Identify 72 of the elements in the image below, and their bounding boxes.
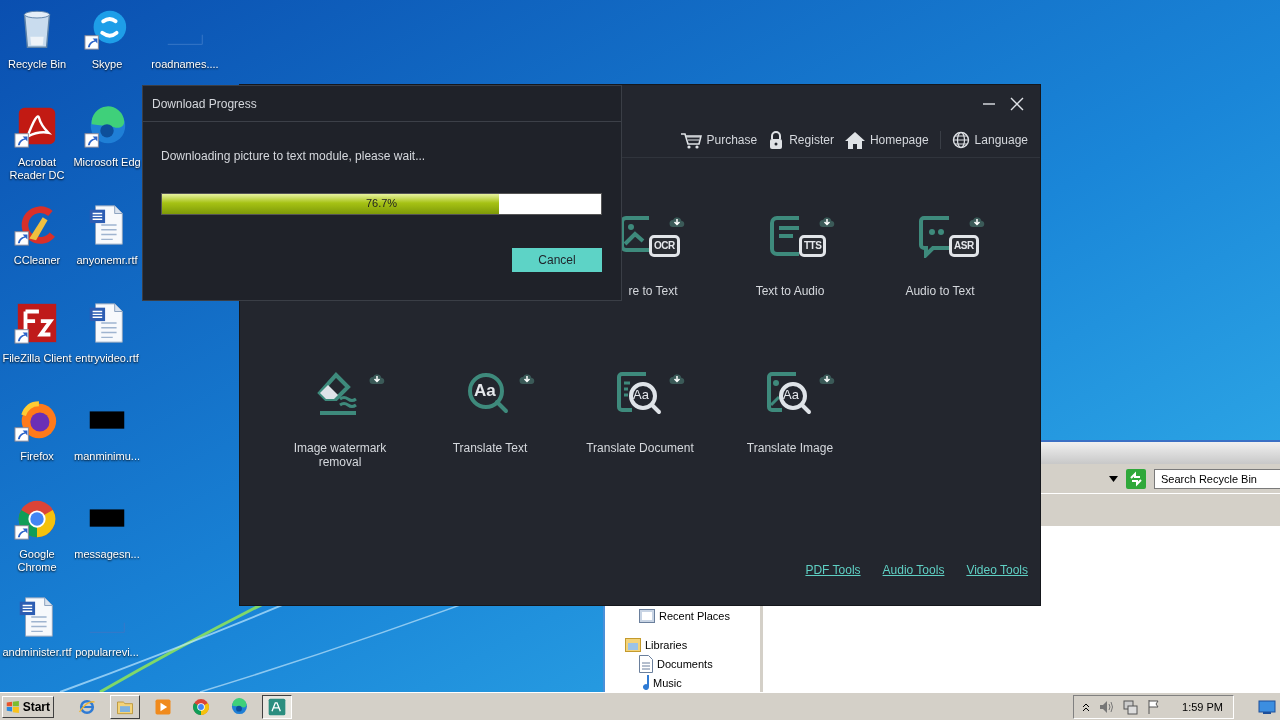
- refresh-icon[interactable]: [1126, 469, 1146, 490]
- windows-flag-icon: [6, 698, 20, 715]
- desktop-icon-label[interactable]: anyonemr.rtf: [76, 254, 138, 267]
- desktop-icon-label[interactable]: FileZilla Client: [2, 352, 72, 365]
- badge-label: Aa: [633, 387, 649, 403]
- desktop-icon-label[interactable]: Microsoft Edg: [73, 156, 141, 169]
- cloud-download-icon[interactable]: [669, 373, 685, 385]
- desktop-icon-label[interactable]: Acrobat Reader DC: [0, 156, 74, 182]
- desktop-icon-label[interactable]: manminimu...: [74, 450, 140, 463]
- taskbar-button[interactable]: [262, 694, 292, 719]
- tool-label[interactable]: Audio to Text: [905, 284, 975, 298]
- desktop-icon-label[interactable]: popularrevi...: [75, 646, 139, 659]
- chevron-up-icon[interactable]: [1082, 701, 1091, 712]
- cancel-button[interactable]: Cancel: [512, 248, 602, 272]
- start-button[interactable]: Start: [2, 695, 54, 718]
- icon-badge: TTS: [799, 235, 827, 257]
- cart-icon: [679, 130, 702, 150]
- footer-link[interactable]: PDF Tools: [805, 563, 861, 577]
- desktop-icon-label[interactable]: CCleaner: [13, 254, 61, 267]
- network-icon[interactable]: [1122, 698, 1139, 715]
- nav-item[interactable]: Recent Places: [605, 606, 760, 625]
- footer-link[interactable]: Audio Tools: [882, 563, 945, 577]
- desktop-icon-label[interactable]: andminister.rtf: [2, 646, 72, 659]
- tool-label[interactable]: Translate Image: [746, 441, 834, 455]
- icon-badge: ASR: [949, 235, 979, 257]
- cloud-download-icon[interactable]: [969, 216, 985, 228]
- desktop-icon-label[interactable]: roadnames....: [151, 58, 219, 71]
- tool-label[interactable]: Translate Document: [586, 441, 694, 455]
- speech-bubble-icon[interactable]: [919, 214, 949, 258]
- dialog-message: Downloading picture to text module, please wait...: [161, 149, 427, 163]
- desktop-icon-label[interactable]: Firefox: [20, 450, 54, 463]
- footer-link[interactable]: Video Tools: [966, 563, 1028, 577]
- toolbar-link[interactable]: Language: [951, 130, 1028, 150]
- show-desktop-icon[interactable]: [1258, 698, 1276, 715]
- toolbar-link[interactable]: Register: [768, 130, 834, 150]
- desktop-icon-label[interactable]: entryvideo.rtf: [75, 352, 139, 365]
- tool-label[interactable]: Image watermark removal: [280, 441, 400, 469]
- desktop-icon-label[interactable]: Google Chrome: [0, 548, 74, 574]
- desktop-icon-label[interactable]: Skype: [91, 58, 123, 71]
- icon-badge: OCR: [649, 235, 680, 257]
- tool-label[interactable]: Text to Audio: [755, 284, 825, 298]
- tool-label[interactable]: re to Text: [628, 284, 678, 298]
- chrome-icon: [191, 696, 211, 717]
- cloud-download-icon[interactable]: [369, 373, 385, 385]
- document-icon: [639, 654, 653, 673]
- badge-label: Aa: [474, 381, 496, 401]
- cloud-download-icon[interactable]: [819, 216, 835, 228]
- progress-reading: 76.7%: [364, 197, 399, 209]
- toolbar-link[interactable]: Purchase: [679, 130, 758, 150]
- nav-item[interactable]: Music: [605, 673, 760, 692]
- app-icon: [267, 696, 287, 717]
- lock-icon: [768, 130, 785, 150]
- nav-item[interactable]: Documents: [605, 654, 760, 673]
- text-frame-icon[interactable]: [769, 214, 799, 258]
- toolbar-link[interactable]: Homepage: [844, 130, 929, 150]
- home-icon: [844, 130, 865, 150]
- close-icon[interactable]: [1010, 97, 1024, 111]
- desktop-icon-label[interactable]: messagesn...: [74, 548, 140, 561]
- desktop-icon-label[interactable]: Recycle Bin: [7, 58, 67, 71]
- nav-item[interactable]: Libraries: [605, 635, 760, 654]
- clock[interactable]: 1:59 PM: [1182, 700, 1223, 713]
- recent-places-icon: [639, 608, 655, 623]
- dialog-title: Download Progress: [152, 96, 257, 111]
- tool-label[interactable]: Translate Text: [452, 441, 528, 455]
- globe-icon: [951, 130, 970, 150]
- cloud-download-icon[interactable]: [819, 373, 835, 385]
- badge-label: Aa: [783, 387, 799, 403]
- libraries-icon: [625, 637, 641, 652]
- dropdown-caret-icon[interactable]: [1109, 476, 1118, 483]
- cloud-download-icon[interactable]: [669, 216, 685, 228]
- search-field[interactable]: Search Recycle Bin: [1154, 469, 1280, 490]
- cloud-download-icon[interactable]: [519, 373, 535, 385]
